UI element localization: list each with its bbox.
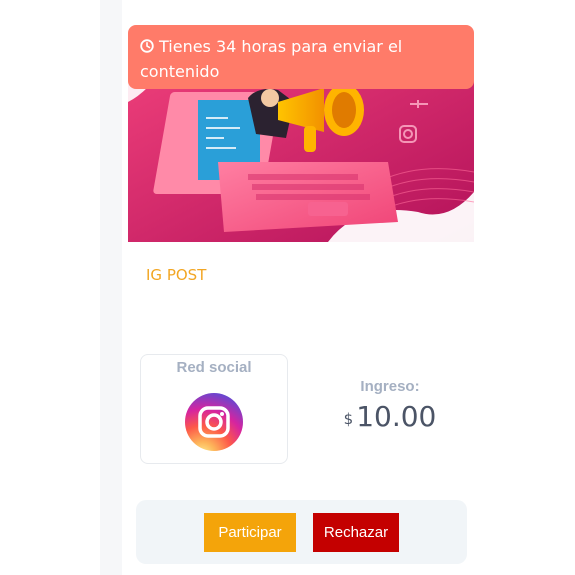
side-gutter [100,0,122,575]
social-network-card: Red social [140,354,288,464]
instagram-icon [185,393,243,451]
deadline-text: Tienes 34 horas para enviar el contenido [140,37,403,81]
income-label: Ingreso: [360,378,420,395]
currency-symbol: $ [343,410,354,428]
clock-icon [140,35,154,53]
campaign-image [128,62,474,242]
action-bar: Participar Rechazar [136,500,467,564]
reject-button[interactable]: Rechazar [313,513,399,552]
social-network-label: Red social [176,359,252,376]
post-title: IG POST [146,266,207,284]
deadline-banner: Tienes 34 horas para enviar el contenido [128,25,474,89]
amount-value: 10.00 [356,400,437,433]
participate-button[interactable]: Participar [204,513,296,552]
income-amount: $10.00 [330,400,450,433]
